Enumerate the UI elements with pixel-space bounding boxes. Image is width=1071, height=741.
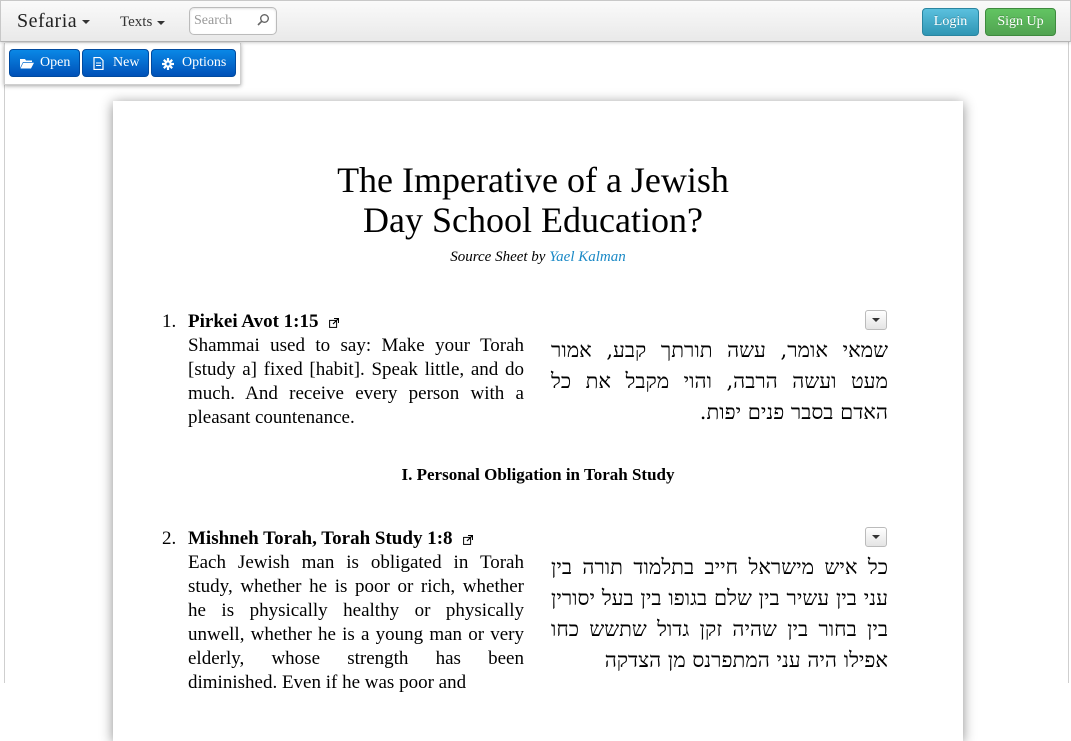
sheet-title[interactable]: The Imperative of a Jewish Day School Ed…: [113, 160, 953, 240]
external-link-icon: [463, 534, 474, 545]
author-link[interactable]: Yael Kalman: [549, 249, 626, 265]
source-options-dropdown[interactable]: [865, 310, 887, 330]
external-link-icon: [329, 317, 340, 328]
source-options-dropdown[interactable]: [865, 527, 887, 547]
source-english-text: Each Jewish man is obligated in Torah st…: [188, 552, 524, 693]
section-header: I. Personal Obligation in Torah Study: [401, 465, 675, 484]
page-border-left: [4, 84, 5, 683]
source-title-link[interactable]: Pirkei Avot 1:15: [188, 311, 340, 333]
new-button[interactable]: New: [82, 49, 149, 77]
search-box: [189, 7, 277, 35]
texts-menu-label: Texts: [120, 14, 153, 30]
chevron-down-icon: [82, 20, 91, 25]
source-number: 2.: [162, 528, 177, 549]
file-icon: [93, 57, 104, 70]
sheet-title-line-2: Day School Education?: [363, 200, 703, 240]
source-hebrew-text: כל איש מישראל חייב בתלמוד תורה בין עני ב…: [551, 555, 888, 672]
sheet-byline: Source Sheet by Yael Kalman: [113, 249, 963, 266]
sheet-title-line-1: The Imperative of a Jewish: [337, 160, 729, 200]
source-sheet: The Imperative of a Jewish Day School Ed…: [113, 101, 963, 741]
new-button-label: New: [113, 55, 140, 70]
signup-button[interactable]: Sign Up: [985, 8, 1056, 36]
login-button[interactable]: Login: [922, 8, 979, 36]
sheet-toolbar: Open New Options: [4, 43, 241, 85]
byline-prefix: Source Sheet by: [450, 249, 546, 265]
open-button-label: Open: [40, 55, 71, 70]
source-title: Mishneh Torah, Torah Study 1:8: [188, 528, 453, 549]
folder-open-icon: [20, 59, 34, 69]
top-nav-bar: Sefaria Texts Login Sign Up: [0, 0, 1071, 42]
source-title: Pirkei Avot 1:15: [188, 311, 319, 332]
source-english-text: Shammai used to say: Make your Torah [st…: [188, 335, 524, 428]
options-button-label: Options: [182, 55, 227, 70]
caret-down-icon: [872, 318, 880, 322]
options-button[interactable]: Options: [151, 49, 236, 77]
source-hebrew-text: שמאי אומר, עשה תורתך קבע, אמור מעט ועשה …: [551, 338, 888, 424]
caret-down-icon: [872, 535, 880, 539]
page-border-right: [1068, 41, 1069, 683]
source-title-link[interactable]: Mishneh Torah, Torah Study 1:8: [188, 528, 474, 550]
chevron-down-icon: [157, 20, 166, 25]
brand-menu[interactable]: Sefaria: [17, 10, 91, 33]
search-input[interactable]: [190, 8, 260, 34]
open-button[interactable]: Open: [9, 49, 80, 77]
brand-label: Sefaria: [17, 10, 78, 32]
source-number: 1.: [162, 311, 177, 332]
texts-menu[interactable]: Texts: [120, 14, 166, 31]
gear-icon: [162, 58, 174, 70]
search-icon[interactable]: [256, 13, 270, 27]
